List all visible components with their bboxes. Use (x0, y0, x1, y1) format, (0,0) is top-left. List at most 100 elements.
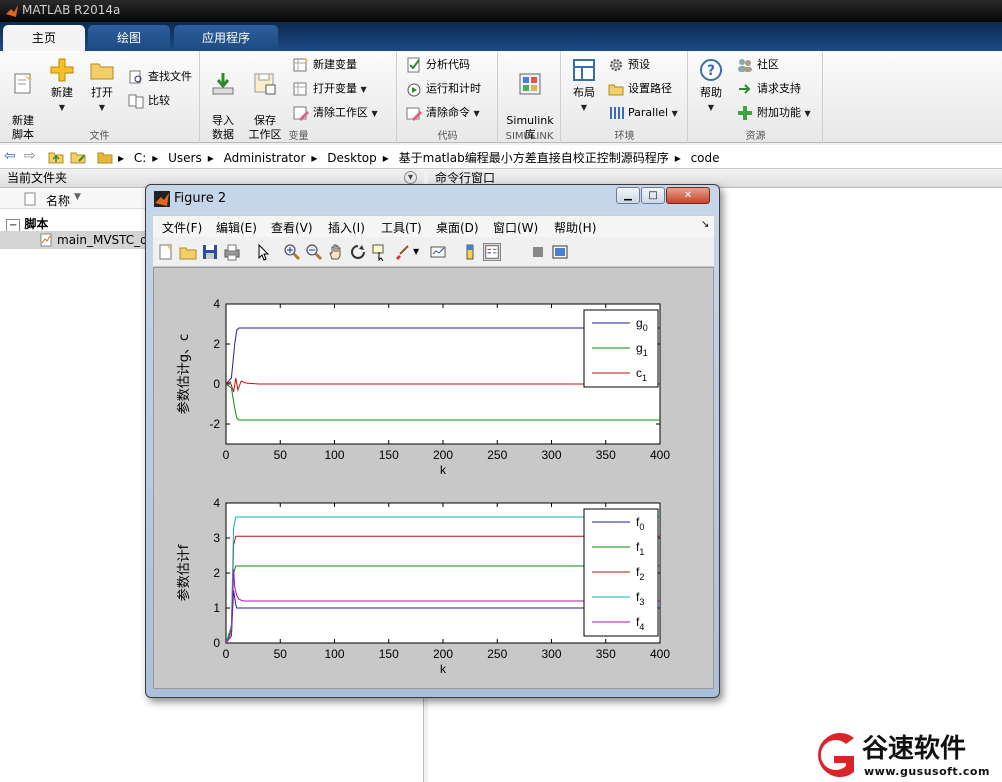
save-icon[interactable] (201, 243, 219, 261)
pointer-icon[interactable] (254, 243, 272, 261)
parallel-button[interactable]: Parallel ▼ (608, 103, 678, 123)
simulink-group-name: SIMULINK (505, 131, 554, 142)
new-button[interactable]: 新建 ▼ (46, 57, 78, 115)
zoom-in-icon[interactable] (283, 243, 301, 261)
menu-help[interactable]: 帮助(H) (554, 219, 596, 236)
compare-button[interactable]: 比较 (128, 91, 170, 111)
menu-window[interactable]: 窗口(W) (493, 219, 538, 236)
breadcrumb-item[interactable]: code (691, 151, 720, 165)
minimize-button[interactable]: ▁ (616, 187, 640, 204)
clear-commands-button[interactable]: 清除命令 ▼ (406, 103, 480, 123)
y-tick-label: 4 (213, 297, 220, 311)
help-label: 帮助 (700, 86, 722, 99)
x-tick-label: 150 (379, 448, 399, 462)
tab-apps[interactable]: 应用程序 (174, 25, 278, 51)
y-axis-label: 参数估计g、c (176, 334, 192, 414)
brush-icon[interactable] (393, 243, 411, 261)
matlab-logo-icon (6, 5, 18, 17)
figure-title-bar[interactable]: Figure 2 ▁ □ ✕ (146, 185, 719, 211)
menu-insert[interactable]: 插入(I) (328, 219, 365, 236)
breadcrumb-item[interactable]: Administrator (224, 151, 306, 165)
chevron-down-icon: ▼ (580, 103, 588, 112)
dock-icon[interactable]: ↘ (701, 219, 709, 230)
add-ons-button[interactable]: 附加功能 ▼ (737, 103, 811, 123)
open-variable-button[interactable]: 打开变量 ▼ (293, 79, 367, 99)
breadcrumb-item[interactable]: Users (168, 151, 202, 165)
forward-arrow-icon[interactable]: ⇨ (24, 148, 36, 164)
breadcrumb-item[interactable]: 基于matlab编程最小方差直接自校正控制源码程序 (399, 151, 669, 165)
x-tick-label: 50 (274, 647, 288, 661)
menu-file[interactable]: 文件(F) (162, 219, 202, 236)
legend-subscript: 2 (639, 572, 644, 582)
subplot-1: 0 50 100 150 200 250 300 350 400 -2 0 2 4 k 参数估计g、c g0g… (176, 297, 670, 477)
x-tick-label: 100 (324, 647, 344, 661)
help-button[interactable]: ? 帮助 ▼ (697, 57, 725, 115)
print-icon[interactable] (223, 243, 241, 261)
compare-icon (128, 94, 144, 109)
open-button[interactable]: 打开 ▼ (86, 57, 118, 115)
maximize-button[interactable]: □ (641, 187, 665, 204)
tab-home[interactable]: 主页 (3, 25, 85, 51)
request-support-icon (739, 84, 751, 94)
x-tick-label: 100 (324, 448, 344, 462)
back-arrow-icon[interactable]: ⇦ (4, 148, 16, 164)
x-tick-label: 200 (433, 448, 453, 462)
y-tick-label: 4 (213, 496, 220, 510)
clear-workspace-button[interactable]: 清除工作区 ▼ (293, 103, 378, 123)
simulink-library-icon (519, 73, 541, 95)
menu-desktop[interactable]: 桌面(D) (436, 219, 479, 236)
breadcrumb-item[interactable]: Desktop (327, 151, 377, 165)
tab-plots[interactable]: 绘图 (88, 25, 170, 51)
layout-button[interactable]: 布局 ▼ (566, 57, 602, 115)
browse-folder-icon[interactable] (70, 149, 86, 165)
chevron-down-icon: ▼ (473, 109, 480, 118)
x-tick-label: 350 (596, 448, 616, 462)
address-bar: ⇦ ⇨ ▸ C: ▸ Users ▸ Administrator ▸ Desktop ▸… (0, 145, 1002, 169)
link-plot-icon[interactable] (429, 243, 447, 261)
layout-label: 布局 (573, 86, 595, 99)
x-tick-label: 300 (541, 647, 561, 661)
preferences-button[interactable]: 预设 (608, 55, 650, 75)
rotate-icon[interactable] (349, 243, 367, 261)
community-button[interactable]: 社区 (737, 55, 779, 75)
data-cursor-icon[interactable] (371, 243, 389, 261)
run-and-time-button[interactable]: 运行和计时 (406, 79, 481, 99)
environment-group-name: 环境 (614, 131, 635, 142)
figure-window: Figure 2 ▁ □ ✕ 文件(F) 编辑(E) 查看(V) 插入(I) 工… (145, 184, 720, 698)
parallel-icon (610, 107, 624, 119)
set-path-button[interactable]: 设置路径 (608, 79, 672, 99)
new-figure-icon[interactable] (157, 243, 175, 261)
hide-plot-tools-icon[interactable] (529, 243, 547, 261)
script-group[interactable]: − 脚本 (6, 215, 48, 232)
breadcrumb-item[interactable]: C: (134, 151, 146, 165)
analyze-code-button[interactable]: 分析代码 (406, 55, 470, 75)
simulink-library-button[interactable]: Simulink 库 (505, 57, 555, 142)
pan-icon[interactable] (327, 243, 345, 261)
y-axis-label: 参数估计f (176, 544, 192, 601)
watermark: 谷速软件 www.gususoft.com (800, 728, 1002, 782)
add-ons-label: 附加功能 (757, 106, 801, 119)
legend-icon[interactable] (483, 243, 501, 261)
menu-edit[interactable]: 编辑(E) (216, 219, 257, 236)
menu-tools[interactable]: 工具(T) (381, 219, 422, 236)
y-tick-label: -2 (209, 417, 220, 431)
gear-icon (610, 59, 622, 71)
request-support-button[interactable]: 请求支持 (737, 79, 801, 99)
find-files-icon (129, 70, 142, 84)
show-plot-tools-icon[interactable] (551, 243, 569, 261)
column-name-header[interactable]: 名称 (46, 192, 70, 209)
colorbar-icon[interactable] (461, 243, 479, 261)
zoom-out-icon[interactable] (305, 243, 323, 261)
close-button[interactable]: ✕ (666, 187, 710, 204)
up-folder-icon[interactable] (48, 149, 64, 165)
find-files-button[interactable]: 查找文件 (128, 67, 192, 87)
panel-actions-icon[interactable]: ▾ (404, 171, 417, 184)
menu-view[interactable]: 查看(V) (271, 219, 313, 236)
x-axis-label: k (440, 662, 447, 676)
x-tick-label: 400 (650, 448, 670, 462)
new-variable-button[interactable]: 新建变量 (293, 55, 357, 75)
code-group-name: 代码 (437, 131, 458, 142)
save-workspace-icon (254, 73, 276, 95)
open-label: 打开 (91, 86, 113, 99)
open-file-icon[interactable] (179, 243, 197, 261)
